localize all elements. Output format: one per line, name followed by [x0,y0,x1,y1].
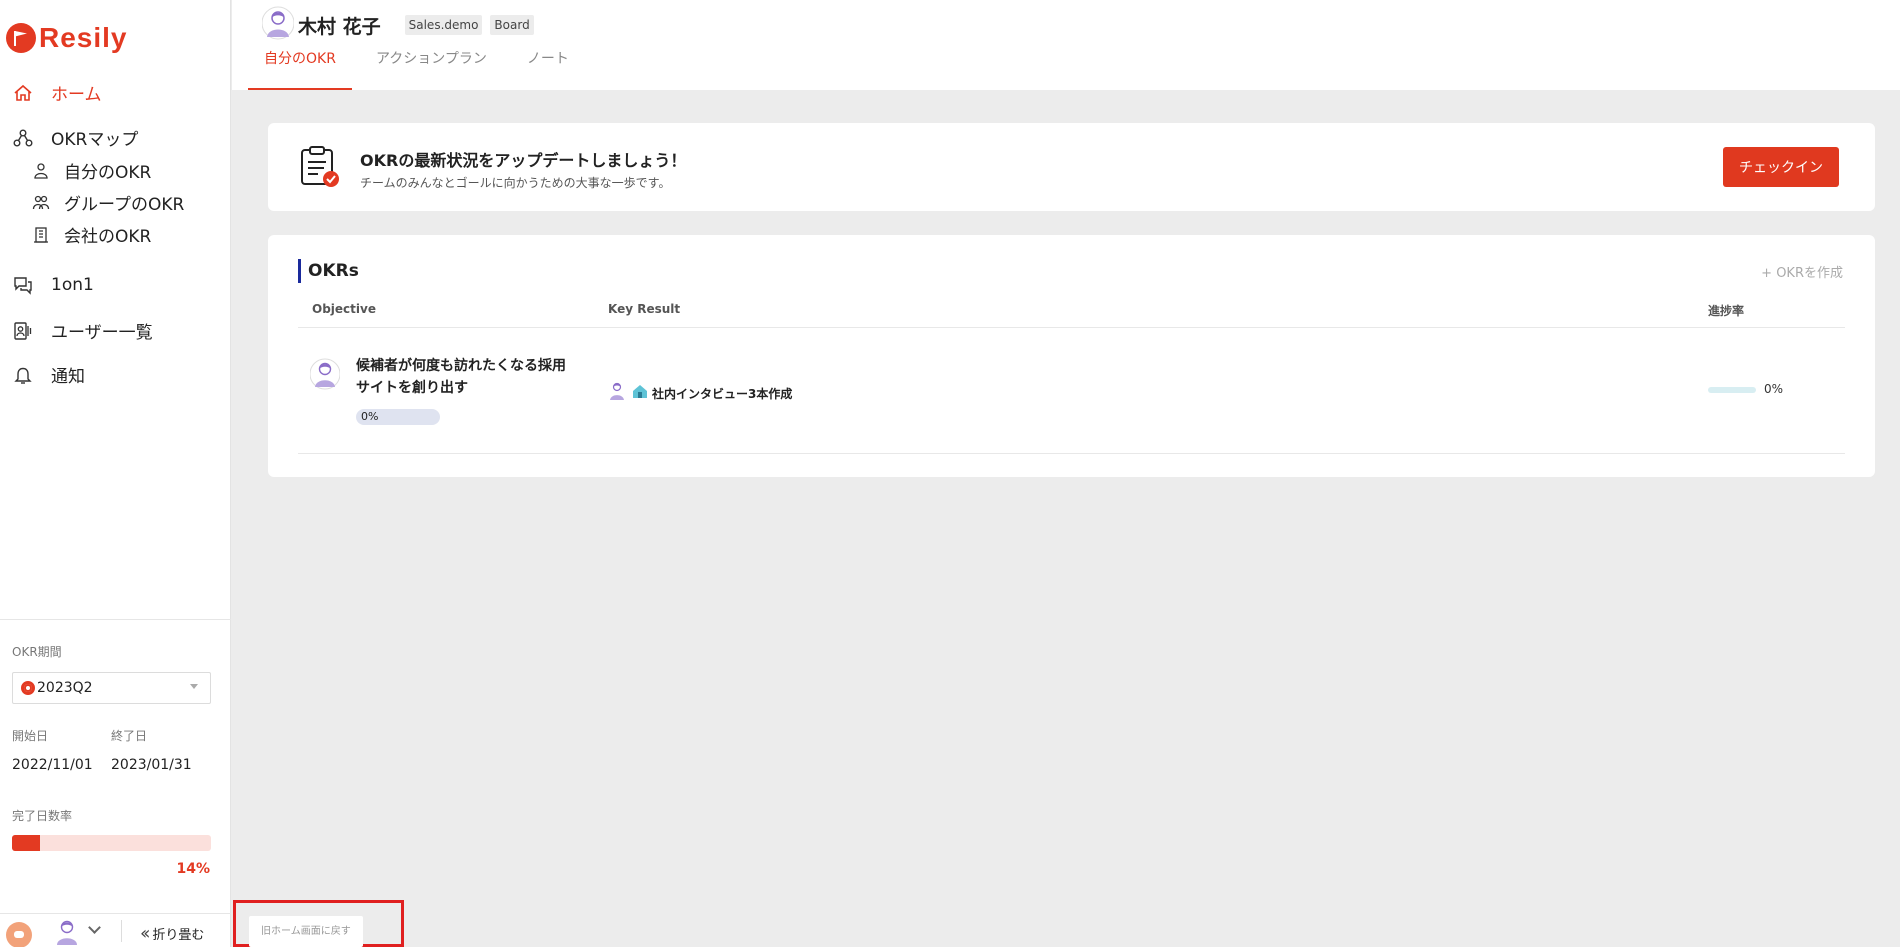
okrs-heading: OKRs [298,259,359,283]
objective-owner-avatar[interactable] [309,358,341,394]
collapse-sidebar-button[interactable]: ‹‹ 折り畳む [140,923,204,944]
column-header-objective: Objective [312,302,376,316]
key-result-title: 社内インタビュー3本作成 [652,386,793,401]
nav-group-okr[interactable]: グループのOKR [30,190,184,215]
team-icon [632,383,648,403]
key-result-owner-avatar[interactable] [608,381,626,405]
nav-my-okr[interactable]: 自分のOKR [30,158,151,183]
checkin-button[interactable]: チェックイン [1723,147,1839,187]
completion-label: 完了日数率 [12,809,73,823]
user-row: 木村 花子 Sales.demo Board [261,6,534,44]
objective-title[interactable]: 候補者が何度も訪れたくなる採用サイトを創り出す [356,355,576,399]
nav-label: 自分のOKR [64,163,152,183]
sidebar: Resily ホーム OKRマップ 自分のOKR グループのOKR 会社のOKR [0,0,231,947]
double-chevron-left-icon: ‹‹ [140,923,151,944]
end-date-value: 2023/01/31 [111,757,192,773]
header-tabs: 自分のOKR アクションプラン ノート [248,52,585,90]
completion-progress-bar [12,835,211,851]
table-divider [298,327,1845,328]
users-icon [12,320,34,342]
nav-company-okr[interactable]: 会社のOKR [30,222,151,247]
end-date-label: 終了日 [111,729,148,743]
logo-text: Resily [39,22,128,53]
create-okr-button[interactable]: + OKRを作成 [1761,262,1843,281]
page-header: 木村 花子 Sales.demo Board 自分のOKR アクションプラン ノ… [232,0,1900,90]
start-date-label: 開始日 [12,729,49,743]
okr-period-value: 2023Q2 [37,680,93,696]
nav-label: ホーム [51,85,102,105]
sidebar-divider [0,619,231,620]
key-result-row[interactable]: 社内インタビュー3本作成 [608,381,792,405]
flag-logo-icon [6,23,36,53]
home-icon [12,82,34,104]
nav-label: グループのOKR [64,195,185,215]
tab-action-plan[interactable]: アクションプラン [360,52,503,90]
resily-logo[interactable]: Resily [6,22,128,54]
clipboard-check-icon [298,145,342,193]
user-avatar[interactable] [54,918,80,947]
key-result-progress-percent: 0% [1764,382,1784,396]
nav-okr-map[interactable]: OKRマップ [12,125,138,150]
completion-percent: 14% [176,861,210,877]
completion-progress-fill [12,835,40,851]
nav-notifications[interactable]: 通知 [12,362,85,387]
group-icon [30,192,52,214]
user-avatar[interactable] [261,6,295,44]
okrs-card: OKRs + OKRを作成 Objective Key Result 進捗率 候… [268,235,1875,477]
nav-label: 1on1 [51,275,94,295]
footer-divider [121,920,122,942]
start-date-value: 2022/11/01 [12,757,93,773]
nav-1on1[interactable]: 1on1 [12,274,94,296]
column-header-key-result: Key Result [608,302,681,316]
group-tag[interactable]: Board [490,15,534,35]
objective-progress: 0% [356,409,440,425]
nav-home[interactable]: ホーム [12,80,102,105]
bell-icon [12,364,34,386]
chevron-down-icon[interactable] [88,921,101,934]
back-button-highlight: 旧ホーム画面に戻す [233,900,404,947]
checkin-card: OKRの最新状況をアップデートしましょう！ チームのみんなとゴールに向かうための… [268,123,1875,211]
group-tag[interactable]: Sales.demo [404,15,483,35]
key-result-progress-bar [1708,387,1756,393]
chat-icon [12,274,34,296]
target-icon [21,681,35,695]
map-icon [12,127,34,149]
building-icon [30,224,52,246]
tab-my-okr[interactable]: 自分のOKR [248,52,352,90]
nav-label: OKRマップ [51,130,139,150]
table-divider [298,453,1845,454]
nav-label: ユーザー一覧 [51,323,153,343]
back-to-old-home-button[interactable]: 旧ホーム画面に戻す [249,916,363,947]
sidebar-footer: ‹‹ 折り畳む [0,913,231,947]
nav-user-list[interactable]: ユーザー一覧 [12,318,153,343]
tab-notes[interactable]: ノート [511,52,585,90]
column-header-progress: 進捗率 [1708,304,1745,318]
nav-label: 会社のOKR [64,227,152,247]
caret-down-icon [190,684,198,689]
okr-period-select[interactable]: 2023Q2 [12,672,211,704]
okr-period-label: OKR期間 [12,645,62,659]
person-icon [30,160,52,182]
nav-label: 通知 [51,367,85,387]
user-name: 木村 花子 [298,15,381,38]
checkin-title: OKRの最新状況をアップデートしましょう！ [360,151,687,170]
collapse-label: 折り畳む [152,928,205,943]
checkin-subtitle: チームのみんなとゴールに向かうための大事な一歩です。 [360,176,671,190]
support-chat-icon[interactable] [6,922,32,947]
